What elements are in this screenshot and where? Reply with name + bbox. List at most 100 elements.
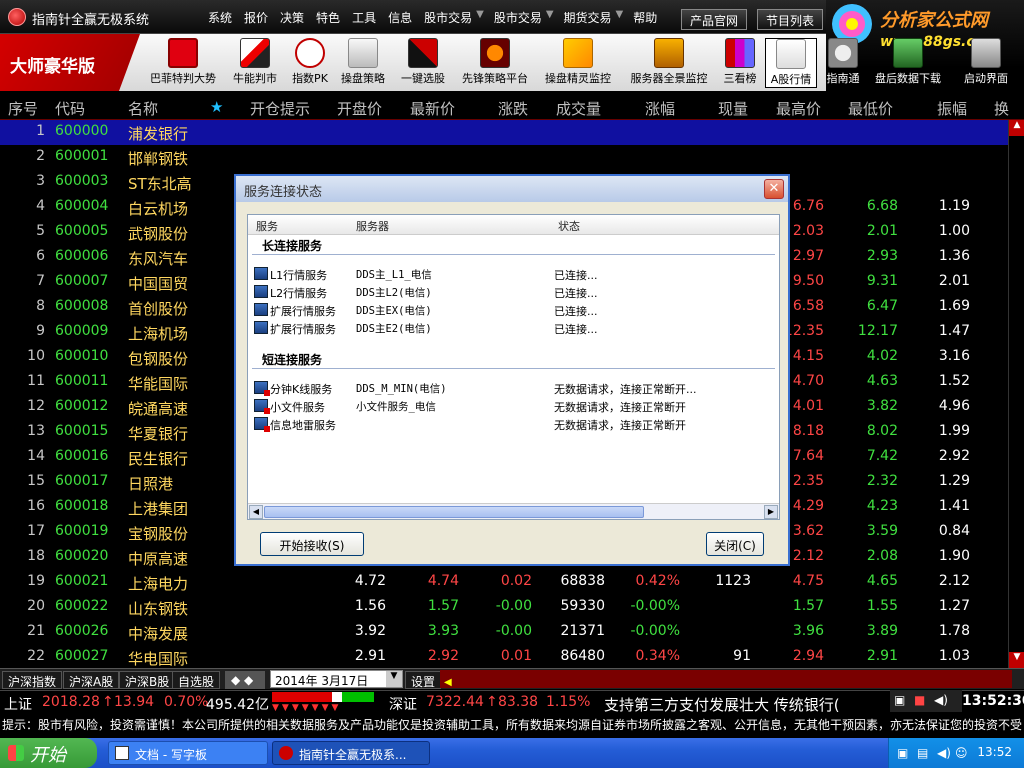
scrolling-news[interactable]: 支持第三方支付发展壮大 传统银行( [604, 694, 890, 715]
menu-futures-trade[interactable]: 期货交易 [564, 9, 612, 26]
tray-monitor-icon[interactable]: ▤ [917, 746, 928, 760]
tool-three-list[interactable]: 三看榜 [720, 38, 760, 88]
close-icon[interactable]: ✕ [764, 179, 784, 199]
edition-brand: 大师豪华版 [0, 34, 140, 91]
tool-genie-monitor[interactable]: 操盘精灵监控 [541, 38, 615, 88]
scroll-right-icon[interactable]: ▶ [764, 505, 778, 519]
menu-feature[interactable]: 特色 [316, 9, 340, 26]
product-site-button[interactable]: 产品官网 [681, 9, 748, 30]
col-turnover[interactable]: 换 [994, 98, 1009, 119]
table-row[interactable]: 1 600000 浦发银行 [0, 120, 1008, 145]
menu-tools[interactable]: 工具 [352, 9, 376, 26]
sh-amount: 495.42亿 [206, 697, 269, 713]
chevron-down-icon: ▼ [476, 9, 484, 20]
col-pct[interactable]: 涨幅 [645, 98, 675, 119]
row-number: 16 [27, 498, 45, 514]
tool-index-pk[interactable]: 指数PK [290, 38, 330, 88]
program-list-button[interactable]: 节目列表 [757, 9, 824, 30]
col-volume[interactable]: 成交量 [556, 98, 601, 119]
row-number: 2 [36, 148, 45, 164]
tab-a-share[interactable]: 沪深A股 [63, 671, 120, 689]
close-button[interactable]: 关闭(C) [706, 532, 764, 556]
header-status[interactable]: 状态 [558, 218, 580, 234]
scroll-down-icon[interactable]: ▼ [1009, 652, 1024, 668]
table-row[interactable]: 21 600026 中海发展 3.92 3.93 -0.00 21371 -0.00% 3.96… [0, 620, 1008, 645]
price-change: 0.01 [500, 648, 532, 664]
menu-stock-trade-1[interactable]: 股市交易 [424, 9, 472, 26]
table-row[interactable]: 22 600027 华电国际 2.91 2.92 0.01 86480 0.34% 91 2.94… [0, 645, 1008, 670]
menu-stock-trade-2[interactable]: 股市交易 [494, 9, 542, 26]
speaker-icon[interactable]: ◀) [934, 693, 948, 707]
menu-help[interactable]: 帮助 [633, 9, 657, 26]
menu-quote[interactable]: 报价 [244, 9, 268, 26]
col-no[interactable]: 序号 [8, 98, 38, 119]
col-low[interactable]: 最低价 [848, 98, 893, 119]
open-price: 1.56 [354, 598, 386, 614]
header-server[interactable]: 服务器 [356, 218, 389, 234]
list-item[interactable]: 扩展行情服务 DDS主EX(电信) 已连接... [252, 301, 772, 319]
menu-decision[interactable]: 决策 [280, 9, 304, 26]
network-icon[interactable]: ▣ [894, 693, 905, 707]
tab-index[interactable]: 沪深指数 [2, 671, 63, 689]
menu-system[interactable]: 系统 [208, 9, 232, 26]
percent-change: -0.00% [630, 623, 680, 639]
system-tray: ▣ ▤ ◀) ☺ 13:52 [888, 738, 1024, 768]
table-row[interactable]: 19 600021 上海电力 4.72 4.74 0.02 68838 0.42% 1123 4.… [0, 570, 1008, 595]
tab-scroll-strip[interactable]: ◀ [440, 670, 1012, 688]
list-item[interactable]: L1行情服务 DDS主_L1_电信 已连接... [252, 265, 772, 283]
header-service[interactable]: 服务 [256, 218, 278, 234]
col-last[interactable]: 最新价 [410, 98, 455, 119]
table-row[interactable]: 20 600022 山东钢铁 1.56 1.57 -0.00 59330 -0.00% 1.57… [0, 595, 1008, 620]
col-name[interactable]: 名称 [128, 98, 158, 119]
tool-startup[interactable]: 启动界面 [957, 38, 1015, 88]
list-item[interactable]: 分钟K线服务 DDS_M_MIN(电信) 无数据请求，连接正常断开... [252, 379, 772, 397]
col-code[interactable]: 代码 [55, 98, 85, 119]
diamond-nav-icon[interactable]: ◆ ◆ [225, 671, 265, 689]
list-item[interactable]: 信息地雷服务 无数据请求，连接正常断开 [252, 415, 772, 433]
status-icons[interactable]: ▣ ■ ◀) [890, 690, 962, 712]
tool-bull-power[interactable]: 牛能判市 [230, 38, 280, 88]
menu-info[interactable]: 信息 [388, 9, 412, 26]
tool-download[interactable]: 盘后数据下载 [868, 38, 948, 88]
start-button[interactable]: 开始 [0, 738, 97, 768]
tray-network-icon[interactable]: ▣ [897, 746, 908, 760]
list-item[interactable]: 扩展行情服务 DDS主E2(电信) 已连接... [252, 319, 772, 337]
list-item[interactable]: L2行情服务 DDS主L2(电信) 已连接... [252, 283, 772, 301]
tool-one-click[interactable]: 一键选股 [397, 38, 449, 88]
tool-guide[interactable]: 指南通 [822, 38, 864, 88]
col-amplitude[interactable]: 振幅 [937, 98, 967, 119]
horizontal-scrollbar[interactable]: ◀ ▶ [248, 503, 779, 519]
col-high[interactable]: 最高价 [776, 98, 821, 119]
price-change: -0.00 [495, 598, 532, 614]
date-select[interactable]: 2014年 3月17日 ▼ [270, 670, 403, 688]
tray-volume-icon[interactable]: ◀) [937, 746, 951, 760]
taskbar-item-app[interactable]: 指南针全赢无极系... [272, 741, 430, 765]
alert-icon[interactable]: ■ [914, 693, 925, 707]
server-icon [254, 399, 270, 414]
scroll-thumb[interactable] [264, 506, 644, 518]
star-icon[interactable]: ★ [210, 98, 223, 116]
col-change[interactable]: 涨跌 [498, 98, 528, 119]
scroll-left-icon[interactable]: ◀ [249, 505, 263, 519]
tab-watchlist[interactable]: 自选股 [172, 671, 221, 689]
tab-b-share[interactable]: 沪深B股 [119, 671, 176, 689]
tool-buffett[interactable]: 巴菲特判大势 [146, 38, 220, 88]
taskbar-item-wordpad[interactable]: 文档 - 写字板 [108, 741, 268, 765]
col-open[interactable]: 开盘价 [337, 98, 382, 119]
tool-server-monitor[interactable]: 服务器全景监控 [626, 38, 712, 88]
col-open-hint[interactable]: 开仓提示 [250, 98, 310, 119]
scroll-up-icon[interactable]: ▲ [1009, 120, 1024, 136]
vertical-scrollbar[interactable]: ▲ ▼ [1008, 120, 1024, 668]
tool-pioneer[interactable]: 先锋策略平台 [458, 38, 532, 88]
start-receive-button[interactable]: 开始接收(S) [260, 532, 364, 556]
tool-a-share[interactable]: A股行情 [765, 38, 817, 88]
arrow-left-icon[interactable]: ◀ [440, 677, 452, 688]
settings-button[interactable]: 设置 [405, 671, 442, 689]
col-current-vol[interactable]: 现量 [718, 98, 748, 119]
chevron-down-icon[interactable]: ▼ [386, 671, 402, 687]
list-item[interactable]: 小文件服务 小文件服务_电信 无数据请求，连接正常断开 [252, 397, 772, 415]
table-row[interactable]: 2 600001 邯郸钢铁 [0, 145, 1008, 170]
list-header: 服务 服务器 状态 [248, 215, 779, 235]
tray-user-icon[interactable]: ☺ [955, 746, 968, 760]
tool-strategy[interactable]: 操盘策略 [338, 38, 388, 88]
